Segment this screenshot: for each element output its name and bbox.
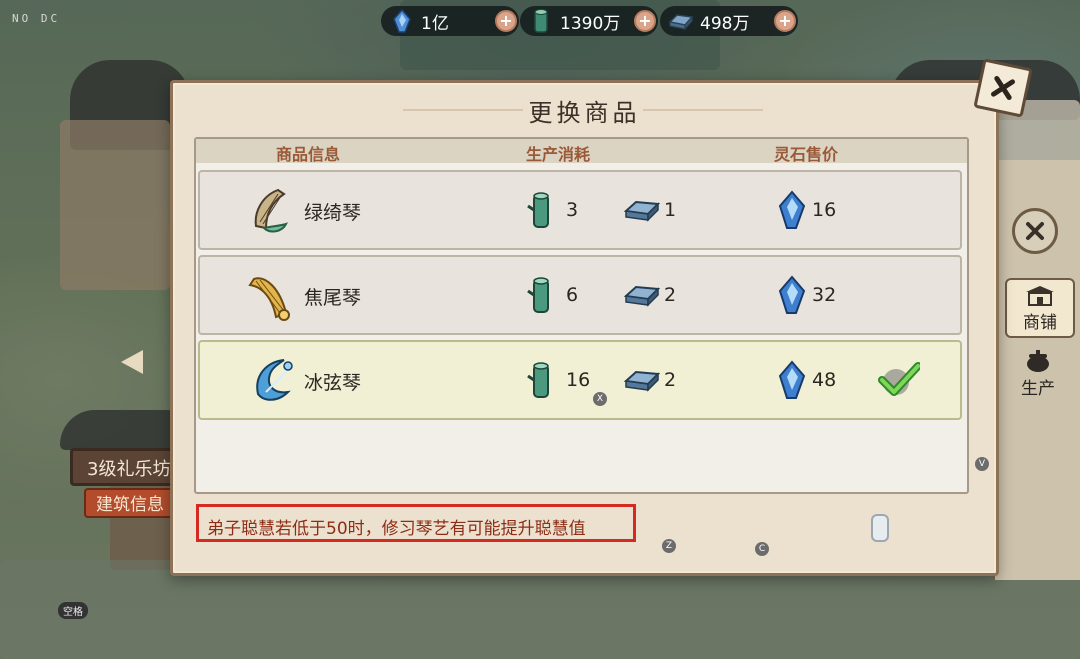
tip-box: 弟子聪慧若低于50时，修习琴艺有可能提升聪慧值 bbox=[196, 504, 636, 542]
add-spirit-stone-button[interactable]: + bbox=[495, 10, 517, 32]
key-hint-v: V bbox=[975, 457, 989, 471]
iron-amount: 498万 bbox=[700, 13, 750, 34]
goods-name: 焦尾琴 bbox=[304, 287, 362, 309]
spirit-stone-icon bbox=[778, 275, 806, 319]
wood-icon bbox=[526, 275, 556, 319]
wood-cost: 3 bbox=[566, 199, 579, 221]
goods-row-green-zither[interactable]: 绿绮琴 3 1 16 bbox=[198, 170, 962, 250]
resource-iron: 498万 + bbox=[660, 6, 798, 36]
shop-icon bbox=[1007, 280, 1073, 314]
wood-cost: 6 bbox=[566, 284, 579, 306]
iron-cost: 1 bbox=[664, 199, 677, 221]
key-hint-x: X bbox=[593, 392, 607, 406]
goods-price: 48 bbox=[812, 369, 837, 391]
wood-icon bbox=[528, 8, 554, 34]
iron-ingot-icon bbox=[623, 366, 661, 398]
goods-name: 绿绮琴 bbox=[304, 202, 362, 224]
iron-ingot-icon bbox=[623, 196, 661, 228]
tip-text: 弟子聪慧若低于50时，修习琴艺有可能提升聪慧值 bbox=[207, 519, 586, 539]
iron-ingot-icon bbox=[623, 281, 661, 313]
resource-wood: 1390万 + bbox=[520, 6, 658, 36]
green-zither-icon bbox=[244, 182, 300, 238]
iron-cost: 2 bbox=[664, 369, 677, 391]
dialog-close-button[interactable] bbox=[973, 58, 1033, 118]
key-hint-c: C bbox=[755, 542, 769, 556]
cauldron-icon bbox=[1005, 346, 1071, 380]
wood-icon bbox=[526, 360, 556, 404]
add-wood-button[interactable]: + bbox=[634, 10, 656, 32]
side-close-button[interactable] bbox=[1012, 208, 1058, 254]
close-icon bbox=[1026, 222, 1044, 240]
header-goods-info: 商品信息 bbox=[276, 145, 341, 164]
goods-row-ice-zither[interactable]: 冰弦琴 16 2 48 bbox=[198, 340, 962, 420]
goods-price: 32 bbox=[812, 284, 837, 306]
wood-amount: 1390万 bbox=[560, 13, 621, 34]
tab-shop-label: 商铺 bbox=[1023, 313, 1057, 333]
ice-zither-icon bbox=[244, 352, 300, 408]
spirit-stone-icon bbox=[389, 8, 415, 34]
link-icon[interactable] bbox=[871, 514, 889, 542]
tab-production-label: 生产 bbox=[1021, 379, 1055, 399]
building-level-sign: 3级礼乐坊 bbox=[70, 448, 182, 486]
debug-corner-tag: NO DC bbox=[12, 12, 61, 25]
header-production-cost: 生产消耗 bbox=[526, 145, 591, 164]
jiaowei-zither-icon bbox=[244, 267, 300, 323]
building-info-button[interactable]: 建筑信息 bbox=[84, 488, 180, 518]
goods-row-jiaowei-zither[interactable]: 焦尾琴 6 2 32 bbox=[198, 255, 962, 335]
previous-arrow-button[interactable] bbox=[121, 350, 143, 374]
tab-shop[interactable]: 商铺 bbox=[1005, 278, 1075, 338]
space-key-hint: 空格 bbox=[58, 602, 88, 619]
spirit-stone-amount: 1亿 bbox=[421, 13, 449, 34]
add-iron-button[interactable]: + bbox=[774, 10, 796, 32]
selected-check-icon bbox=[878, 362, 922, 402]
wood-icon bbox=[526, 190, 556, 234]
key-hint-z: Z bbox=[662, 539, 676, 553]
iron-cost: 2 bbox=[664, 284, 677, 306]
close-icon bbox=[991, 76, 1015, 100]
goods-name: 冰弦琴 bbox=[304, 372, 362, 394]
title-divider bbox=[643, 109, 763, 111]
spirit-stone-icon bbox=[778, 190, 806, 234]
background-building bbox=[60, 120, 170, 290]
header-spirit-stone-price: 灵石售价 bbox=[774, 145, 839, 164]
goods-price: 16 bbox=[812, 199, 837, 221]
wood-cost: 16 bbox=[566, 369, 591, 391]
dialog-title: 更换商品 bbox=[528, 99, 641, 127]
tab-production[interactable]: 生产 bbox=[1005, 346, 1071, 402]
resource-spirit-stone: 1亿 + bbox=[381, 6, 519, 36]
spirit-stone-icon bbox=[778, 360, 806, 404]
iron-ingot-icon bbox=[668, 8, 694, 34]
